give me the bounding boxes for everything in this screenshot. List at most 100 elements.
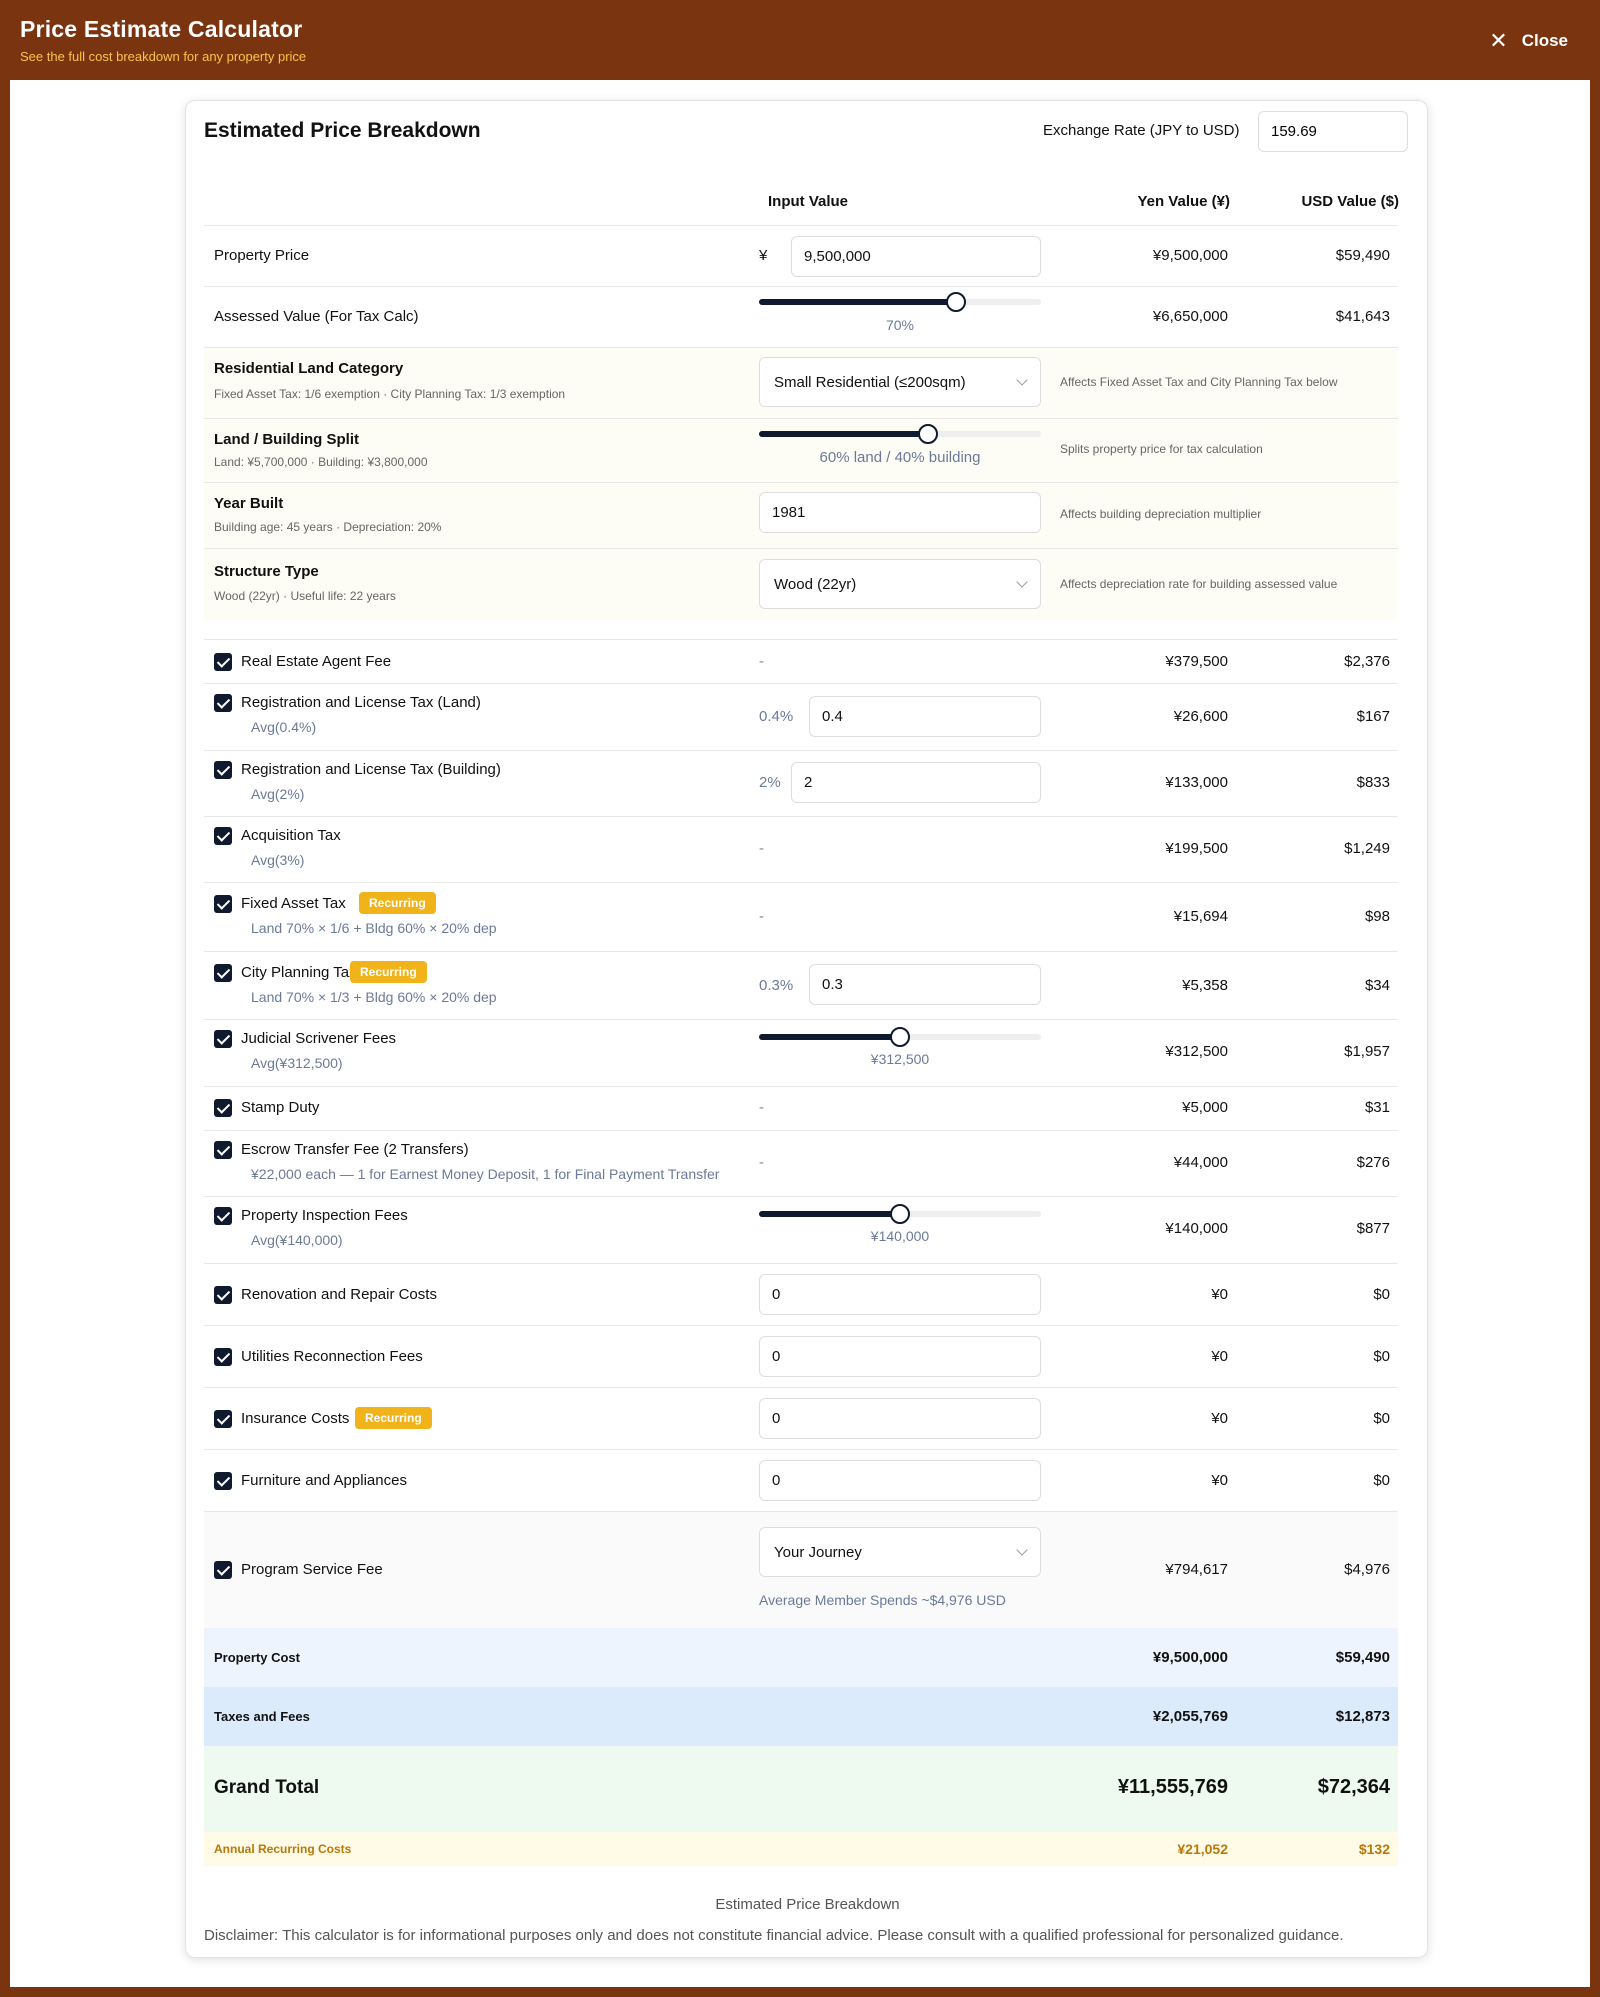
year-built-input[interactable]: 1981: [759, 492, 1041, 533]
total-label: Annual Recurring Costs: [214, 1842, 352, 1856]
amount-input[interactable]: 0: [759, 1398, 1041, 1439]
usd-value: $34: [1364, 977, 1390, 994]
checkbox[interactable]: [214, 761, 232, 779]
yen-value: ¥0: [1211, 1472, 1228, 1489]
split-slider[interactable]: [759, 424, 1041, 444]
row-assessed-value: Assessed Value (For Tax Calc) 70% ¥6,650…: [204, 286, 1398, 347]
recurring-badge: Recurring: [355, 1407, 432, 1429]
chevron-down-icon: [1016, 576, 1028, 588]
checkbox[interactable]: [214, 827, 232, 845]
checkbox[interactable]: [214, 1286, 232, 1304]
scrivener-slider[interactable]: [759, 1027, 1041, 1047]
yen-value: ¥199,500: [1165, 840, 1228, 857]
amount-input[interactable]: 0: [759, 1336, 1041, 1377]
col-usd-value: USD Value ($): [1301, 193, 1399, 210]
item-label: Furniture and Appliances: [241, 1472, 407, 1489]
rate-input[interactable]: 2: [791, 762, 1041, 803]
yen-value: ¥0: [1211, 1286, 1228, 1303]
yen-prefix: ¥: [759, 247, 768, 264]
program-select[interactable]: Your Journey: [759, 1527, 1041, 1577]
total-label: Property Cost: [214, 1650, 300, 1665]
checkbox[interactable]: [214, 964, 232, 982]
exchange-rate-label: Exchange Rate (JPY to USD): [1043, 122, 1240, 139]
checkbox[interactable]: [214, 1099, 232, 1117]
grand-total: Grand Total ¥11,555,769 $72,364: [204, 1746, 1398, 1832]
row-label: Structure Type: [214, 563, 319, 580]
amount-input[interactable]: 0: [759, 1460, 1041, 1501]
yen-value: ¥6,650,000: [1152, 308, 1228, 325]
modal-content: Estimated Price Breakdown Exchange Rate …: [10, 80, 1590, 1987]
structure-type-select[interactable]: Wood (22yr): [759, 559, 1041, 609]
usd-value: $2,376: [1344, 653, 1390, 670]
slider-value: ¥140,000: [870, 1228, 930, 1244]
checkbox[interactable]: [214, 1030, 232, 1048]
amount-input[interactable]: 0: [759, 1274, 1041, 1315]
recurring-badge: Recurring: [359, 892, 436, 914]
item-label: Escrow Transfer Fee (2 Transfers): [241, 1141, 469, 1158]
row-property-inspection: Property Inspection Fees Avg(¥140,000) ¥…: [204, 1196, 1398, 1263]
property-price-input[interactable]: 9,500,000: [791, 236, 1041, 277]
checkbox[interactable]: [214, 1207, 232, 1225]
yen-value: ¥140,000: [1165, 1220, 1228, 1237]
usd-value: $98: [1364, 908, 1390, 925]
row-label: Residential Land Category: [214, 360, 404, 377]
inspection-slider[interactable]: [759, 1204, 1041, 1224]
usd-value: $877: [1356, 1220, 1390, 1237]
yen-value: ¥0: [1211, 1348, 1228, 1365]
item-formula: Land 70% × 1/3 + Bldg 60% × 20% dep: [251, 989, 497, 1005]
row-registration-building: Registration and License Tax (Building) …: [204, 750, 1398, 816]
item-average: Avg(¥312,500): [251, 1055, 343, 1071]
slider-fill: [759, 1034, 900, 1040]
slider-fill: [759, 1211, 900, 1217]
close-button[interactable]: ✕ Close: [1489, 28, 1568, 54]
modal-header: Price Estimate Calculator See the full c…: [0, 0, 1600, 80]
yen-value: ¥5,358: [1182, 977, 1228, 994]
usd-value: $132: [1358, 1841, 1390, 1857]
usd-value: $31: [1364, 1099, 1390, 1116]
checkbox[interactable]: [214, 694, 232, 712]
footer-title: Estimated Price Breakdown: [715, 1896, 900, 1913]
yen-value: ¥9,500,000: [1152, 1649, 1228, 1666]
checkbox[interactable]: [214, 1561, 232, 1579]
slider-thumb[interactable]: [918, 424, 939, 444]
item-average: Avg(2%): [251, 786, 305, 802]
yen-value: ¥0: [1211, 1410, 1228, 1427]
usd-value: $1,957: [1344, 1043, 1390, 1060]
checkbox[interactable]: [214, 1410, 232, 1428]
percent-label: 0.3%: [759, 977, 794, 994]
row-acquisition-tax: Acquisition Tax Avg(3%) - ¥199,500 $1,24…: [204, 816, 1398, 882]
yen-value: ¥312,500: [1165, 1043, 1228, 1060]
item-label: Registration and License Tax (Building): [241, 761, 501, 778]
checkbox[interactable]: [214, 653, 232, 671]
slider-thumb[interactable]: [890, 1204, 910, 1224]
checkbox[interactable]: [214, 895, 232, 913]
checkbox[interactable]: [214, 1141, 232, 1159]
row-insurance: Insurance Costs Recurring 0 ¥0 $0: [204, 1387, 1398, 1449]
exchange-rate-input[interactable]: [1258, 111, 1408, 152]
row-land-building-split: Land / Building Split Land: ¥5,700,000 ·…: [204, 418, 1398, 482]
total-taxes-fees: Taxes and Fees ¥2,055,769 $12,873: [204, 1687, 1398, 1746]
row-judicial-scrivener: Judicial Scrivener Fees Avg(¥312,500) ¥3…: [204, 1019, 1398, 1086]
item-label: Acquisition Tax: [241, 827, 341, 844]
no-input: -: [759, 653, 764, 670]
no-input: -: [759, 1154, 764, 1171]
item-label: Registration and License Tax (Land): [241, 694, 481, 711]
slider-thumb[interactable]: [946, 292, 967, 312]
usd-value: $72,364: [1317, 1776, 1390, 1798]
percent-label: 0.4%: [759, 708, 794, 725]
card-title: Estimated Price Breakdown: [204, 119, 481, 142]
slider-thumb[interactable]: [890, 1027, 910, 1047]
usd-value: $59,490: [1335, 1649, 1390, 1666]
checkbox[interactable]: [214, 1348, 232, 1366]
usd-value: $1,249: [1344, 840, 1390, 857]
slider-value: ¥312,500: [870, 1051, 930, 1067]
item-label: Property Inspection Fees: [241, 1207, 408, 1224]
rate-input[interactable]: 0.4: [809, 696, 1041, 737]
rate-input[interactable]: 0.3: [809, 964, 1041, 1005]
item-label: Judicial Scrivener Fees: [241, 1030, 397, 1047]
select-value: Your Journey: [774, 1543, 862, 1561]
checkbox[interactable]: [214, 1472, 232, 1490]
land-category-select[interactable]: Small Residential (≤200sqm): [759, 357, 1041, 407]
yen-value: ¥26,600: [1173, 708, 1228, 725]
assessed-slider[interactable]: [759, 292, 1041, 312]
